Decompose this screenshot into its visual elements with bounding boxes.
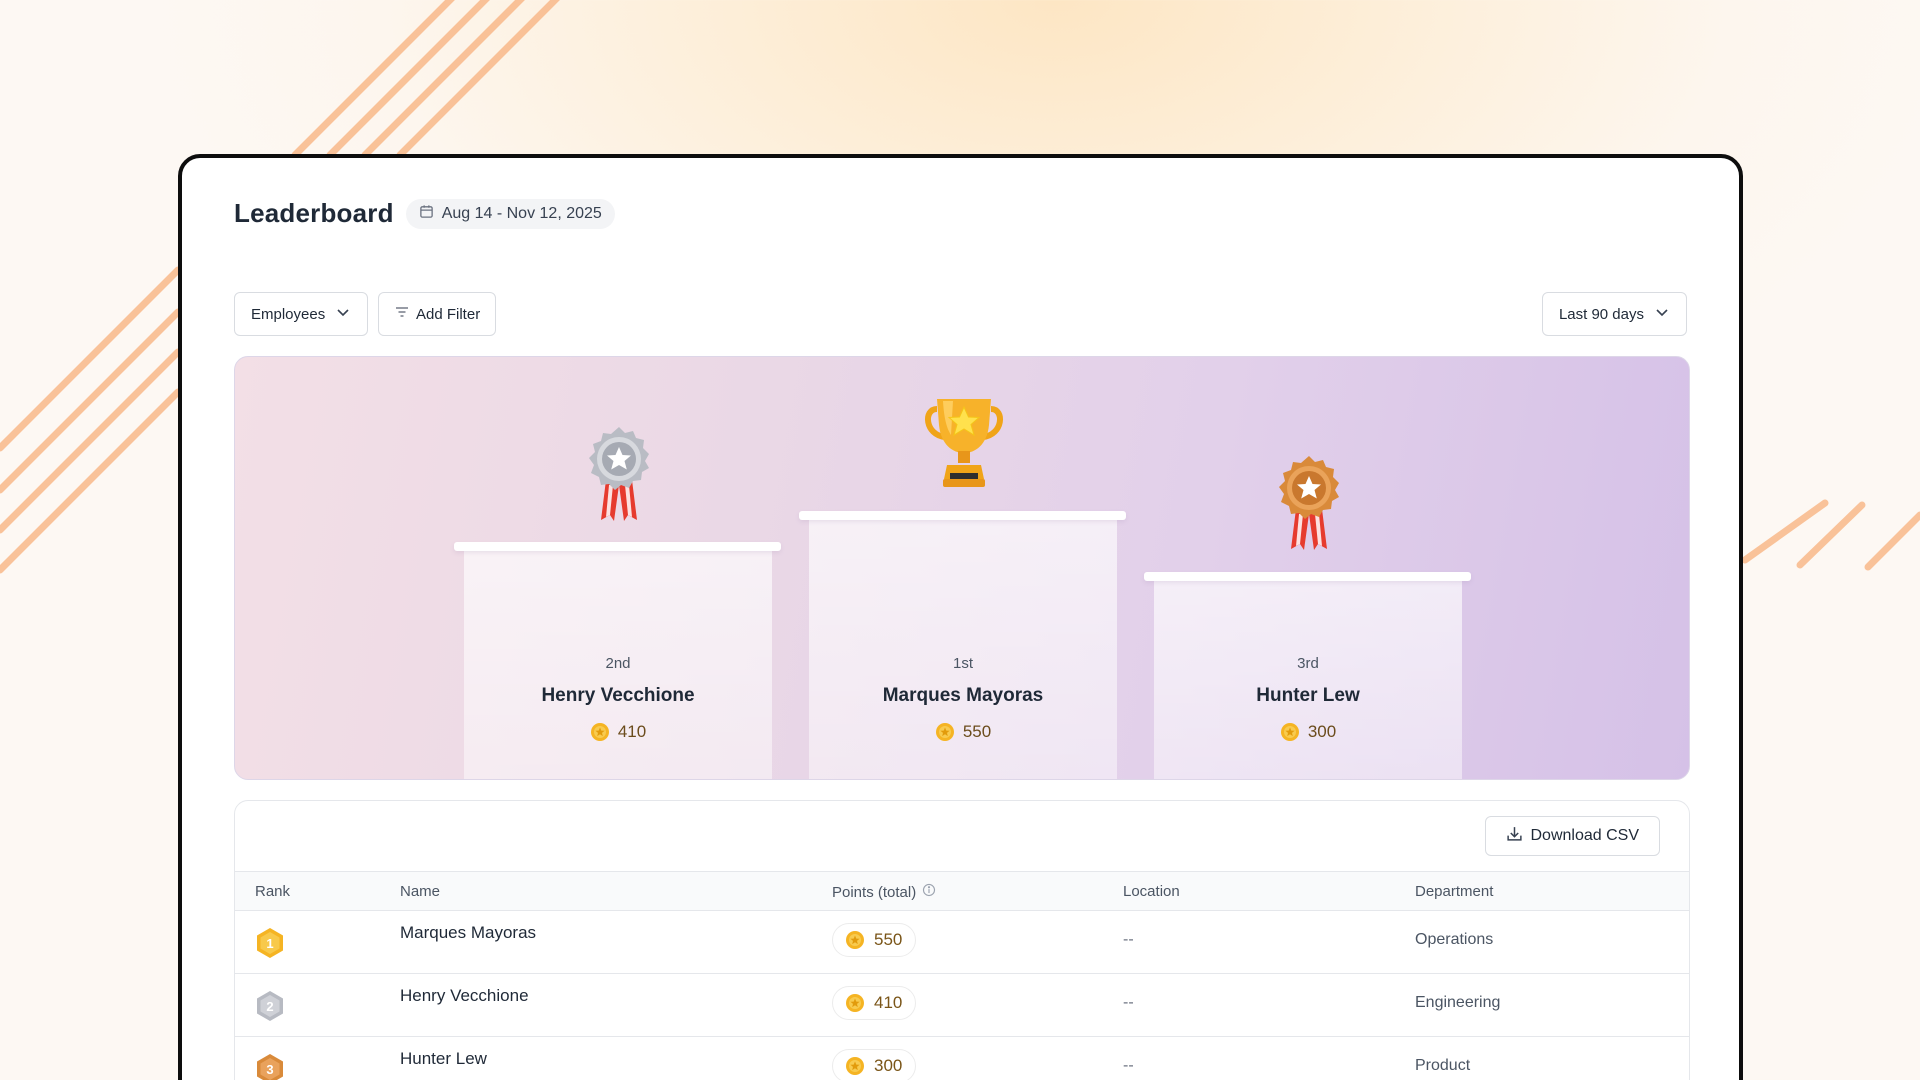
podium-first-cap: [799, 511, 1126, 520]
employee-name[interactable]: Hunter Lew: [400, 1049, 487, 1069]
chevron-down-icon: [335, 304, 351, 324]
column-rank[interactable]: Rank: [255, 883, 290, 900]
bronze-medal-icon: [1279, 456, 1339, 550]
points-pill: 550: [832, 923, 917, 957]
date-range-pill: Aug 14 - Nov 12, 2025: [405, 198, 615, 229]
coin-icon: [846, 1057, 864, 1075]
place-label: 1st: [952, 655, 973, 672]
winner-points: 300: [1154, 722, 1462, 742]
winner-name: Hunter Lew: [1256, 685, 1360, 706]
column-name[interactable]: Name: [400, 883, 440, 900]
table-header: Rank Name Points (total) Location Depart…: [235, 871, 1689, 911]
points-value: 550: [962, 722, 992, 741]
column-points-label: Points (total): [832, 883, 917, 901]
rank-number: 2: [266, 999, 273, 1014]
table-row[interactable]: 3 Hunter Lew 300 -- Product: [235, 1037, 1689, 1080]
filter-icon: [394, 304, 410, 324]
column-points[interactable]: Points (total): [832, 883, 936, 901]
points-pill: 300: [832, 1049, 917, 1080]
employee-name[interactable]: Henry Vecchione: [400, 986, 529, 1006]
rank-number: 3: [266, 1062, 273, 1077]
points-value: 410: [617, 722, 647, 741]
location-value: --: [1123, 994, 1134, 1011]
table-row[interactable]: 1 Marques Mayoras 550 -- Operations: [235, 911, 1689, 974]
place-label: 2nd: [605, 655, 631, 672]
podium-third-cap: [1144, 572, 1471, 581]
info-icon[interactable]: [922, 883, 936, 901]
points-value: 300: [874, 1056, 903, 1075]
rank-number: 1: [266, 936, 273, 951]
header: Leaderboard Aug 14 - Nov 12, 2025: [234, 198, 615, 229]
coin-icon: [1280, 723, 1299, 741]
date-range-text: Aug 14 - Nov 12, 2025: [441, 204, 602, 222]
employees-label: Employees: [251, 305, 326, 323]
coin-icon: [846, 931, 864, 949]
coin-icon: [935, 723, 954, 741]
download-csv-button[interactable]: Download CSV: [1484, 816, 1660, 856]
bronze-rank-badge-icon: 3: [257, 1054, 283, 1080]
calendar-icon: [419, 204, 434, 224]
points-value: 550: [874, 930, 903, 949]
column-department[interactable]: Department: [1415, 883, 1493, 900]
silver-rank-badge-icon: 2: [257, 991, 283, 1021]
place-label: 3rd: [1297, 655, 1319, 672]
department-value: Product: [1415, 1057, 1471, 1074]
department-value: Operations: [1415, 931, 1494, 948]
download-label: Download CSV: [1530, 827, 1640, 844]
winner-points: 410: [464, 722, 772, 742]
leaderboard-table: Download CSV Rank Name Points (total) Lo…: [234, 800, 1690, 1080]
chevron-down-icon: [1654, 304, 1670, 324]
add-filter-label: Add Filter: [416, 305, 481, 323]
employees-dropdown[interactable]: Employees: [234, 292, 369, 336]
podium-second-cap: [454, 542, 781, 551]
download-icon: [1506, 825, 1523, 847]
location-value: --: [1123, 1057, 1134, 1074]
leaderboard-card: Leaderboard Aug 14 - Nov 12, 2025 Employ…: [178, 154, 1743, 1080]
podium-first: 1st Marques Mayoras 550: [809, 520, 1117, 779]
period-label: Last 90 days: [1558, 305, 1644, 323]
page-title: Leaderboard: [234, 198, 394, 228]
period-dropdown[interactable]: Last 90 days: [1541, 292, 1687, 336]
employee-name[interactable]: Marques Mayoras: [400, 923, 536, 943]
points-pill: 410: [832, 986, 917, 1020]
podium-third: 3rd Hunter Lew 300: [1154, 581, 1462, 779]
winner-points: 550: [809, 722, 1117, 742]
add-filter-button[interactable]: Add Filter: [378, 292, 497, 336]
winner-name: Henry Vecchione: [541, 685, 695, 706]
podium-second: 2nd Henry Vecchione 410: [464, 551, 772, 779]
location-value: --: [1123, 931, 1134, 948]
gold-trophy-icon: [925, 399, 1003, 487]
points-value: 300: [1307, 722, 1337, 741]
silver-medal-icon: [589, 427, 649, 521]
points-value: 410: [874, 993, 903, 1012]
column-location[interactable]: Location: [1123, 883, 1180, 900]
table-row[interactable]: 2 Henry Vecchione 410 -- Engineering: [235, 974, 1689, 1037]
winner-name: Marques Mayoras: [882, 685, 1044, 706]
coin-icon: [590, 723, 609, 741]
gold-rank-badge-icon: 1: [257, 928, 283, 958]
department-value: Engineering: [1415, 994, 1501, 1011]
coin-icon: [846, 994, 864, 1012]
podium-panel: 2nd Henry Vecchione 410 1st Marques Mayo…: [234, 356, 1690, 780]
